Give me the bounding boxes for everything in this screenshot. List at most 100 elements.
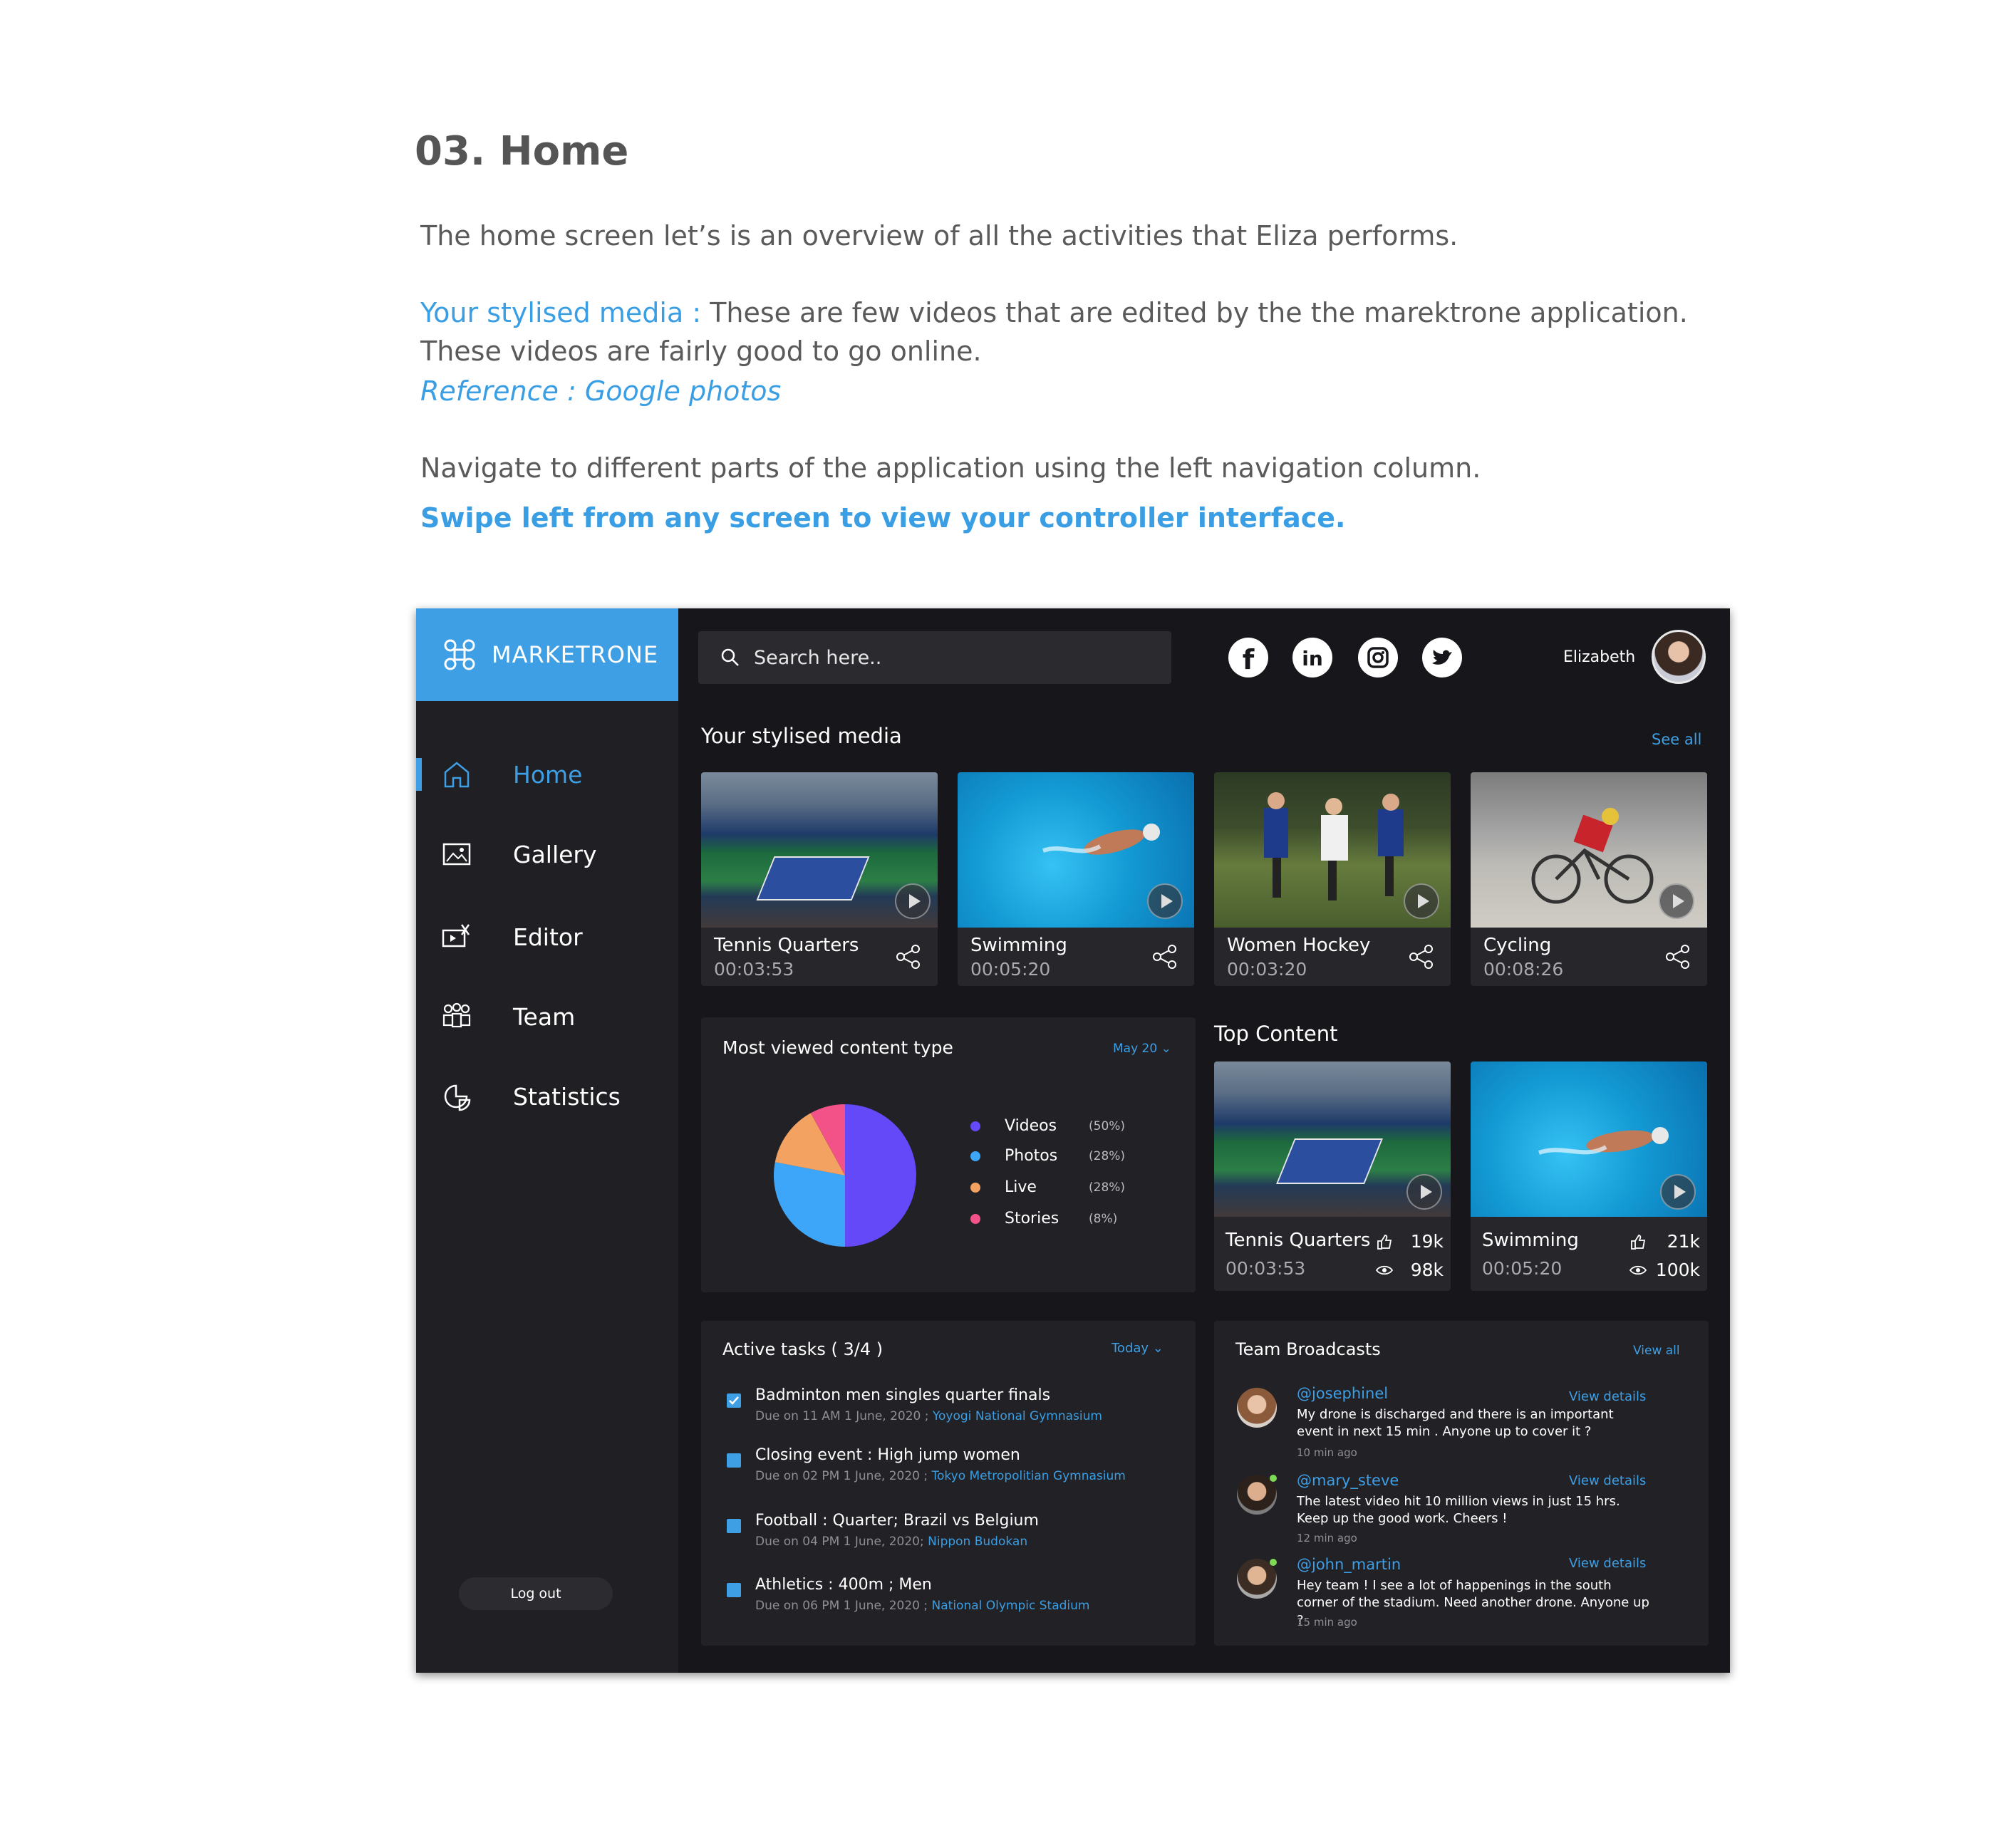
task-title: Closing event : High jump women bbox=[755, 1446, 1020, 1464]
statistics-icon bbox=[444, 1084, 471, 1111]
tennis-court bbox=[756, 856, 870, 900]
media-card[interactable]: Women Hockey 00:03:20 bbox=[1214, 772, 1451, 986]
online-indicator bbox=[1270, 1559, 1277, 1566]
doc-swipe: Swipe left from any screen to view your … bbox=[420, 502, 1346, 534]
task-due: Due on 04 PM 1 June, 2020; Nippon Budoka… bbox=[755, 1535, 1028, 1549]
nav-label-home: Home bbox=[513, 760, 583, 789]
logout-button[interactable]: Log out bbox=[459, 1577, 613, 1610]
view-all-link[interactable]: View all bbox=[1633, 1344, 1680, 1358]
twitter-icon[interactable] bbox=[1422, 638, 1462, 678]
online-indicator bbox=[1270, 1475, 1277, 1482]
media-card[interactable]: Tennis Quarters 00:03:53 bbox=[701, 772, 938, 986]
play-icon[interactable] bbox=[1406, 1174, 1442, 1210]
legend-dot-live bbox=[970, 1183, 980, 1193]
brand-bar[interactable]: MARKETRONE bbox=[416, 608, 678, 701]
period-dropdown[interactable]: May 20 ⌄ bbox=[1113, 1042, 1171, 1056]
share-icon[interactable] bbox=[1408, 943, 1435, 970]
media-time: 00:03:20 bbox=[1227, 959, 1307, 980]
media-time: 00:05:20 bbox=[970, 959, 1051, 980]
broadcast-user[interactable]: @josephinel bbox=[1297, 1385, 1388, 1402]
task-due: Due on 02 PM 1 June, 2020 ; Tokyo Metrop… bbox=[755, 1469, 1126, 1483]
nav-item-team[interactable]: Team bbox=[416, 988, 678, 1045]
broadcast-user[interactable]: @john_martin bbox=[1297, 1556, 1401, 1573]
view-details-link[interactable]: View details bbox=[1569, 1473, 1646, 1488]
share-icon[interactable] bbox=[1151, 943, 1178, 970]
nav-item-home[interactable]: Home bbox=[416, 746, 678, 803]
check-icon bbox=[729, 1396, 739, 1405]
doc-media-label: Your stylised media : bbox=[420, 297, 702, 328]
top-content-card[interactable]: Tennis Quarters 00:03:53 19k 98k bbox=[1214, 1061, 1451, 1291]
play-icon[interactable] bbox=[1660, 1174, 1696, 1210]
doc-media-line: Your stylised media : These are few vide… bbox=[420, 295, 1688, 331]
broadcast-user[interactable]: @mary_steve bbox=[1297, 1472, 1399, 1489]
media-time: 00:03:53 bbox=[714, 959, 794, 980]
thumbs-up-icon bbox=[1631, 1235, 1646, 1250]
play-icon[interactable] bbox=[1659, 883, 1694, 919]
task-title: Football : Quarter; Brazil vs Belgium bbox=[755, 1512, 1039, 1530]
sidebar: MARKETRONE Home Gallery Editor Team Stat… bbox=[416, 608, 678, 1673]
legend-label: Stories bbox=[1005, 1210, 1059, 1227]
avatar[interactable] bbox=[1652, 630, 1706, 684]
media-section-title: Your stylised media bbox=[701, 724, 902, 748]
eye-icon bbox=[1375, 1265, 1394, 1275]
play-icon[interactable] bbox=[1404, 883, 1439, 919]
swimming-thumbnail bbox=[958, 772, 1194, 928]
task-checkbox[interactable] bbox=[727, 1453, 741, 1468]
task-checkbox-checked[interactable] bbox=[727, 1393, 741, 1408]
broadcast-time: 10 min ago bbox=[1297, 1446, 1357, 1459]
eye-icon bbox=[1629, 1265, 1647, 1275]
see-all-link[interactable]: See all bbox=[1652, 731, 1701, 748]
thumbs-up-icon bbox=[1377, 1235, 1392, 1250]
task-checkbox[interactable] bbox=[727, 1519, 741, 1533]
top-content-item-title: Swimming bbox=[1482, 1230, 1579, 1251]
tennis-thumbnail bbox=[1214, 1061, 1451, 1217]
user-name: Elizabeth bbox=[1563, 648, 1636, 666]
task-due: Due on 06 PM 1 June, 2020 ; National Oly… bbox=[755, 1599, 1090, 1613]
search-icon bbox=[721, 648, 739, 666]
legend-label: Live bbox=[1005, 1178, 1037, 1196]
doc-media-desc2: These videos are fairly good to go onlin… bbox=[420, 336, 982, 367]
content-type-title: Most viewed content type bbox=[722, 1037, 953, 1058]
task-checkbox[interactable] bbox=[727, 1583, 741, 1597]
doc-intro: The home screen let’s is an overview of … bbox=[420, 220, 1458, 251]
media-card[interactable]: Cycling 00:08:26 bbox=[1471, 772, 1707, 986]
doc-reference: Reference : Google photos bbox=[420, 375, 782, 407]
nav-item-statistics[interactable]: Statistics bbox=[416, 1068, 678, 1125]
cycling-thumbnail bbox=[1471, 772, 1707, 928]
doc-title: 03. Home bbox=[415, 128, 629, 175]
instagram-icon[interactable] bbox=[1358, 638, 1398, 678]
avatar[interactable] bbox=[1237, 1388, 1277, 1428]
legend-dot-videos bbox=[970, 1121, 980, 1131]
task-venue-link[interactable]: Yoyogi National Gymnasium bbox=[933, 1409, 1102, 1423]
top-content-card[interactable]: Swimming 00:05:20 21k 100k bbox=[1471, 1061, 1707, 1291]
media-title: Cycling bbox=[1483, 935, 1552, 956]
play-icon[interactable] bbox=[1147, 883, 1183, 919]
media-card[interactable]: Swimming 00:05:20 bbox=[958, 772, 1194, 986]
task-venue-link[interactable]: Tokyo Metropolitian Gymnasium bbox=[932, 1469, 1126, 1483]
legend-dot-stories bbox=[970, 1214, 980, 1224]
top-content-item-time: 00:05:20 bbox=[1482, 1258, 1563, 1279]
views-count: 98k bbox=[1410, 1260, 1444, 1280]
task-venue-link[interactable]: Nippon Budokan bbox=[928, 1535, 1027, 1549]
facebook-icon[interactable]: f bbox=[1228, 638, 1268, 678]
drone-logo-icon bbox=[444, 639, 475, 670]
nav-item-gallery[interactable]: Gallery bbox=[416, 826, 678, 883]
svg-text:in: in bbox=[1302, 647, 1323, 670]
linkedin-icon[interactable]: in bbox=[1292, 638, 1332, 678]
views-count: 100k bbox=[1655, 1260, 1700, 1280]
share-icon[interactable] bbox=[1664, 943, 1691, 970]
legend-pct: (8%) bbox=[1089, 1212, 1118, 1226]
play-icon[interactable] bbox=[895, 883, 931, 919]
share-icon[interactable] bbox=[895, 943, 922, 970]
broadcasts-panel: Team Broadcasts View all @josephinel Vie… bbox=[1214, 1321, 1709, 1646]
search-input[interactable]: Search here.. bbox=[698, 631, 1171, 684]
view-details-link[interactable]: View details bbox=[1569, 1389, 1646, 1404]
task-title: Badminton men singles quarter finals bbox=[755, 1386, 1051, 1404]
media-title: Tennis Quarters bbox=[714, 935, 859, 956]
view-details-link[interactable]: View details bbox=[1569, 1556, 1646, 1571]
tasks-period-dropdown[interactable]: Today ⌄ bbox=[1112, 1341, 1164, 1356]
task-due: Due on 11 AM 1 June, 2020 ; Yoyogi Natio… bbox=[755, 1409, 1102, 1423]
nav-label-gallery: Gallery bbox=[513, 840, 597, 868]
nav-item-editor[interactable]: Editor bbox=[416, 908, 678, 965]
task-venue-link[interactable]: National Olympic Stadium bbox=[932, 1599, 1090, 1613]
